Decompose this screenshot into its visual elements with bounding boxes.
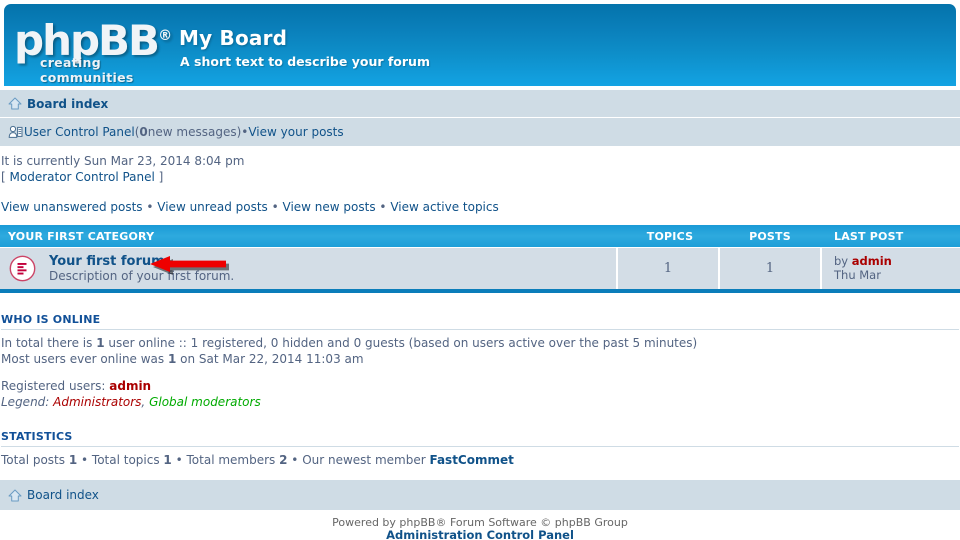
online-total-prefix: In total there is <box>1 336 97 350</box>
breadcrumb-board-index[interactable]: Board index <box>27 97 108 111</box>
most-users-prefix: Most users ever online was <box>1 352 168 366</box>
statistics-line: Total posts 1 • Total topics 1 • Total m… <box>1 452 960 468</box>
statistics-body: Total posts 1 • Total topics 1 • Total m… <box>1 447 960 468</box>
legend-administrators-link[interactable]: Administrators <box>53 395 141 409</box>
column-header-posts: POSTS <box>749 229 791 243</box>
board-info-block: It is currently Sun Mar 23, 2014 8:04 pm… <box>0 146 960 185</box>
quick-link-separator-2: • <box>267 200 283 214</box>
total-posts-label: Total posts <box>1 453 69 467</box>
online-total-line: In total there is 1 user online :: 1 reg… <box>1 335 960 351</box>
legend-label: Legend: <box>1 395 54 409</box>
stat-bullet-2: • <box>171 453 187 467</box>
administration-control-panel-link[interactable]: Administration Control Panel <box>386 528 574 540</box>
last-post-by-prefix: by <box>834 254 852 268</box>
last-post-date: Thu Mar <box>834 268 881 282</box>
legend-global-moderators-link[interactable]: Global moderators <box>149 395 261 409</box>
who-is-online-body: In total there is 1 user online :: 1 reg… <box>1 330 960 410</box>
last-post-author-line: by admin <box>834 254 960 268</box>
column-header-topics: TOPICS <box>646 229 694 243</box>
stat-bullet-1: • <box>77 453 92 467</box>
last-post-author-link[interactable]: admin <box>852 254 892 268</box>
total-posts-value: 1 <box>68 453 78 467</box>
footer-credits: Powered by phpBB® Forum Software © phpBB… <box>0 516 960 540</box>
mcp-bracket-close: ] <box>154 170 164 184</box>
user-nav-bar: User Control Panel ( 0 new messages ) • … <box>0 118 960 146</box>
quick-links-row: View unanswered posts • View unread post… <box>0 185 960 214</box>
forum-row-main: Your first forum Description of your fir… <box>0 248 616 289</box>
statistics-section: STATISTICS Total posts 1 • Total topics … <box>0 430 960 468</box>
current-time-text: It is currently Sun Mar 23, 2014 8:04 pm <box>1 154 245 168</box>
moderator-control-panel-line: [ Moderator Control Panel ] <box>1 169 960 185</box>
newest-member-label: Our newest member <box>302 453 430 467</box>
registered-mark-icon: ® <box>158 28 173 44</box>
statistics-title: STATISTICS <box>1 430 959 447</box>
online-user-count: 1 <box>96 336 105 350</box>
site-description: A short text to describe your forum <box>180 54 430 69</box>
mcp-bracket-open: [ <box>1 170 10 184</box>
total-members-label: Total members <box>186 453 280 467</box>
online-spacer <box>1 367 960 378</box>
newest-member-link[interactable]: FastCommet <box>429 453 513 467</box>
site-title: My Board <box>179 26 288 50</box>
user-control-panel-link[interactable]: User Control Panel <box>24 125 135 139</box>
header-banner: phpBB® creating communities My Board A s… <box>4 4 956 86</box>
who-is-online-section: WHO IS ONLINE In total there is 1 user o… <box>0 313 960 410</box>
most-users-line: Most users ever online was 1 on Sat Mar … <box>1 351 960 367</box>
page-header: phpBB® creating communities My Board A s… <box>0 0 960 90</box>
forum-title-link[interactable]: Your first forum <box>49 254 234 269</box>
forum-description: Description of your first forum. <box>49 268 235 283</box>
most-users-suffix: on Sat Mar 22, 2014 11:03 am <box>176 352 364 366</box>
user-control-panel-icon <box>8 125 23 139</box>
home-icon <box>8 97 22 110</box>
footer-breadcrumb-bar: Board index <box>0 480 960 510</box>
quick-link-separator-3: • <box>375 200 391 214</box>
legend-line: Legend: Administrators, Global moderator… <box>1 394 960 410</box>
view-your-posts-link[interactable]: View your posts <box>248 125 343 139</box>
category-header: YOUR FIRST CATEGORY TOPICS POSTS LAST PO… <box>0 225 960 247</box>
phpbb-board-page: phpBB® creating communities My Board A s… <box>0 0 960 540</box>
new-messages-label: new messages <box>147 125 237 139</box>
view-active-topics-link[interactable]: View active topics <box>390 200 498 214</box>
total-topics-label: Total topics <box>91 453 164 467</box>
forum-text-block: Your first forum Description of your fir… <box>49 254 234 284</box>
total-topics-value: 1 <box>163 453 172 467</box>
forum-list: YOUR FIRST CATEGORY TOPICS POSTS LAST PO… <box>0 225 960 293</box>
footer-board-index-link[interactable]: Board index <box>27 488 99 502</box>
forum-unread-icon[interactable] <box>9 255 36 282</box>
view-unread-posts-link[interactable]: View unread posts <box>157 200 268 214</box>
forum-posts-count: 1 <box>718 248 820 289</box>
column-header-last-post: LAST POST <box>834 229 904 243</box>
who-is-online-title: WHO IS ONLINE <box>1 313 959 330</box>
category-title[interactable]: YOUR FIRST CATEGORY <box>0 230 620 243</box>
forum-last-post-cell: by admin Thu Mar <box>820 248 960 289</box>
moderator-control-panel-link[interactable]: Moderator Control Panel <box>10 170 155 184</box>
online-total-suffix: user online :: 1 registered, 0 hidden an… <box>104 336 698 350</box>
view-unanswered-posts-link[interactable]: View unanswered posts <box>1 200 143 214</box>
nav-bullet-separator: • <box>241 125 249 139</box>
registered-user-admin-link[interactable]: admin <box>109 379 151 393</box>
breadcrumb-bar: Board index <box>0 90 960 118</box>
table-row[interactable]: Your first forum Description of your fir… <box>0 247 960 293</box>
stat-bullet-3: • <box>287 453 303 467</box>
new-messages-count: 0 <box>139 125 148 139</box>
legend-comma: , <box>141 395 150 409</box>
logo-tagline: creating communities <box>40 55 134 85</box>
forum-topics-count: 1 <box>616 248 718 289</box>
registered-users-line: Registered users: admin <box>1 378 960 394</box>
quick-link-separator-1: • <box>142 200 158 214</box>
phpbb-logo[interactable]: phpBB® creating communities <box>14 15 179 86</box>
registered-users-label: Registered users: <box>1 379 110 393</box>
view-new-posts-link[interactable]: View new posts <box>283 200 376 214</box>
home-icon <box>8 489 22 502</box>
